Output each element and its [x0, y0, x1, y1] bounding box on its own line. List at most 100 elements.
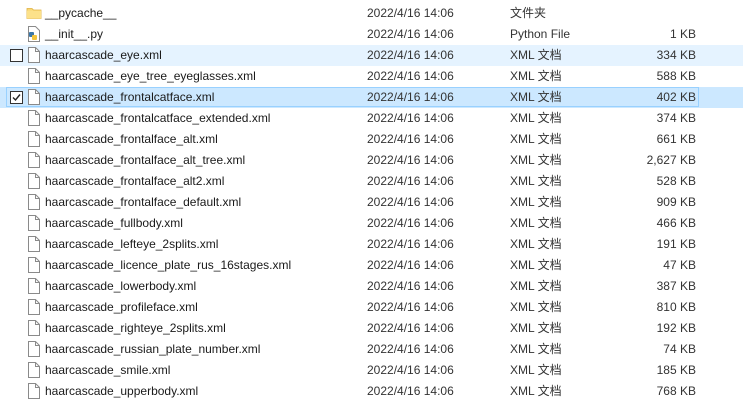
file-name: haarcascade_frontalcatface.xml: [45, 90, 215, 104]
file-name: __init__.py: [45, 27, 104, 41]
file-date: 2022/4/16 14:06: [367, 132, 454, 146]
file-date: 2022/4/16 14:06: [367, 111, 454, 125]
file-row[interactable]: haarcascade_lowerbody.xml 2022/4/16 14:06…: [0, 276, 743, 297]
file-size: 185 KB: [656, 363, 696, 377]
file-name: haarcascade_upperbody.xml: [45, 384, 199, 398]
file-date: 2022/4/16 14:06: [367, 90, 454, 104]
file-date: 2022/4/16 14:06: [367, 237, 454, 251]
file-row[interactable]: haarcascade_profileface.xml 2022/4/16 14:…: [0, 297, 743, 318]
file-type: XML 文档: [510, 174, 562, 188]
file-row[interactable]: haarcascade_frontalface_alt2.xml 2022/4/1…: [0, 171, 743, 192]
file-type: 文件夹: [510, 6, 547, 20]
file-type: XML 文档: [510, 258, 562, 272]
document-icon: [27, 68, 41, 84]
file-name: haarcascade_frontalface_alt.xml: [45, 132, 218, 146]
file-row[interactable]: haarcascade_frontalface_default.xml 2022/…: [0, 192, 743, 213]
file-name: haarcascade_eye_tree_eyeglasses.xml: [45, 69, 256, 83]
file-row[interactable]: haarcascade_smile.xml 2022/4/16 14:06 XML …: [0, 360, 743, 381]
document-icon: [27, 383, 41, 399]
document-icon: [27, 278, 41, 294]
file-type: XML 文档: [510, 384, 562, 398]
file-name: haarcascade_lefteye_2splits.xml: [45, 237, 219, 251]
file-size: 387 KB: [656, 279, 696, 293]
document-icon: [27, 47, 41, 63]
file-size: 909 KB: [656, 195, 696, 209]
file-name: __pycache__: [45, 6, 117, 20]
file-type: XML 文档: [510, 153, 562, 167]
file-name: haarcascade_lowerbody.xml: [45, 279, 197, 293]
file-type: XML 文档: [510, 321, 562, 335]
file-type: XML 文档: [510, 48, 562, 62]
row-checkbox[interactable]: [10, 49, 23, 62]
file-row[interactable]: haarcascade_lefteye_2splits.xml 2022/4/16…: [0, 234, 743, 255]
file-row[interactable]: haarcascade_fullbody.xml 2022/4/16 14:06 X…: [0, 213, 743, 234]
document-icon: [27, 341, 41, 357]
file-name: haarcascade_licence_plate_rus_16stages.x…: [45, 258, 292, 272]
file-name: haarcascade_frontalcatface_extended.xml: [45, 111, 271, 125]
file-row[interactable]: haarcascade_russian_plate_number.xml 2022…: [0, 339, 743, 360]
document-icon: [27, 173, 41, 189]
file-row[interactable]: __init__.py 2022/4/16 14:06 Python File 1 K…: [0, 24, 743, 45]
document-icon: [27, 215, 41, 231]
file-name: haarcascade_righteye_2splits.xml: [45, 321, 226, 335]
file-size: 466 KB: [656, 216, 696, 230]
document-icon: [27, 257, 41, 273]
file-date: 2022/4/16 14:06: [367, 363, 454, 377]
file-date: 2022/4/16 14:06: [367, 195, 454, 209]
file-row[interactable]: haarcascade_licence_plate_rus_16stages.x…: [0, 255, 743, 276]
file-type: XML 文档: [510, 300, 562, 314]
file-type: XML 文档: [510, 342, 562, 356]
file-row[interactable]: haarcascade_frontalcatface_extended.xml 2…: [0, 108, 743, 129]
file-name: haarcascade_fullbody.xml: [45, 216, 183, 230]
file-size: 528 KB: [656, 174, 696, 188]
file-row[interactable]: haarcascade_eye.xml 2022/4/16 14:06 XML 文档…: [0, 45, 743, 66]
file-size: 1 KB: [669, 27, 696, 41]
file-name: haarcascade_smile.xml: [45, 363, 171, 377]
file-size: 768 KB: [656, 384, 696, 398]
file-size: 334 KB: [656, 48, 696, 62]
file-size: 191 KB: [656, 237, 696, 251]
file-date: 2022/4/16 14:06: [367, 174, 454, 188]
file-date: 2022/4/16 14:06: [367, 300, 454, 314]
file-name: haarcascade_eye.xml: [45, 48, 162, 62]
file-row[interactable]: haarcascade_frontalface_alt_tree.xml 2022…: [0, 150, 743, 171]
row-checkbox[interactable]: [10, 91, 23, 104]
file-type: XML 文档: [510, 69, 562, 83]
file-size: 402 KB: [656, 90, 696, 104]
document-icon: [27, 110, 41, 126]
file-type: XML 文档: [510, 216, 562, 230]
file-date: 2022/4/16 14:06: [367, 6, 454, 20]
folder-icon: [26, 5, 42, 21]
file-name: haarcascade_frontalface_alt2.xml: [45, 174, 225, 188]
document-icon: [27, 236, 41, 252]
file-date: 2022/4/16 14:06: [367, 48, 454, 62]
file-row[interactable]: haarcascade_eye_tree_eyeglasses.xml 2022/…: [0, 66, 743, 87]
file-date: 2022/4/16 14:06: [367, 279, 454, 293]
file-row[interactable]: haarcascade_frontalcatface.xml 2022/4/16 …: [0, 87, 743, 108]
file-row[interactable]: __pycache__ 2022/4/16 14:06 文件夹: [0, 3, 743, 24]
file-row[interactable]: haarcascade_frontalface_alt.xml 2022/4/16…: [0, 129, 743, 150]
document-icon: [27, 89, 41, 105]
file-type: XML 文档: [510, 90, 562, 104]
python-file-icon: [27, 26, 41, 42]
file-name: haarcascade_profileface.xml: [45, 300, 198, 314]
file-type: XML 文档: [510, 111, 562, 125]
file-name: haarcascade_russian_plate_number.xml: [45, 342, 261, 356]
file-date: 2022/4/16 14:06: [367, 384, 454, 398]
file-size: 47 KB: [663, 258, 696, 272]
file-size: 374 KB: [656, 111, 696, 125]
file-date: 2022/4/16 14:06: [367, 153, 454, 167]
file-size: 74 KB: [663, 342, 696, 356]
file-type: XML 文档: [510, 132, 562, 146]
file-name: haarcascade_frontalface_default.xml: [45, 195, 242, 209]
file-date: 2022/4/16 14:06: [367, 69, 454, 83]
file-size: 810 KB: [656, 300, 696, 314]
file-size: 588 KB: [656, 69, 696, 83]
file-row[interactable]: haarcascade_righteye_2splits.xml 2022/4/1…: [0, 318, 743, 339]
file-type: XML 文档: [510, 363, 562, 377]
file-size: 2,627 KB: [646, 153, 696, 167]
file-type: XML 文档: [510, 195, 562, 209]
file-date: 2022/4/16 14:06: [367, 27, 454, 41]
file-date: 2022/4/16 14:06: [367, 258, 454, 272]
file-row[interactable]: haarcascade_upperbody.xml 2022/4/16 14:06…: [0, 381, 743, 402]
